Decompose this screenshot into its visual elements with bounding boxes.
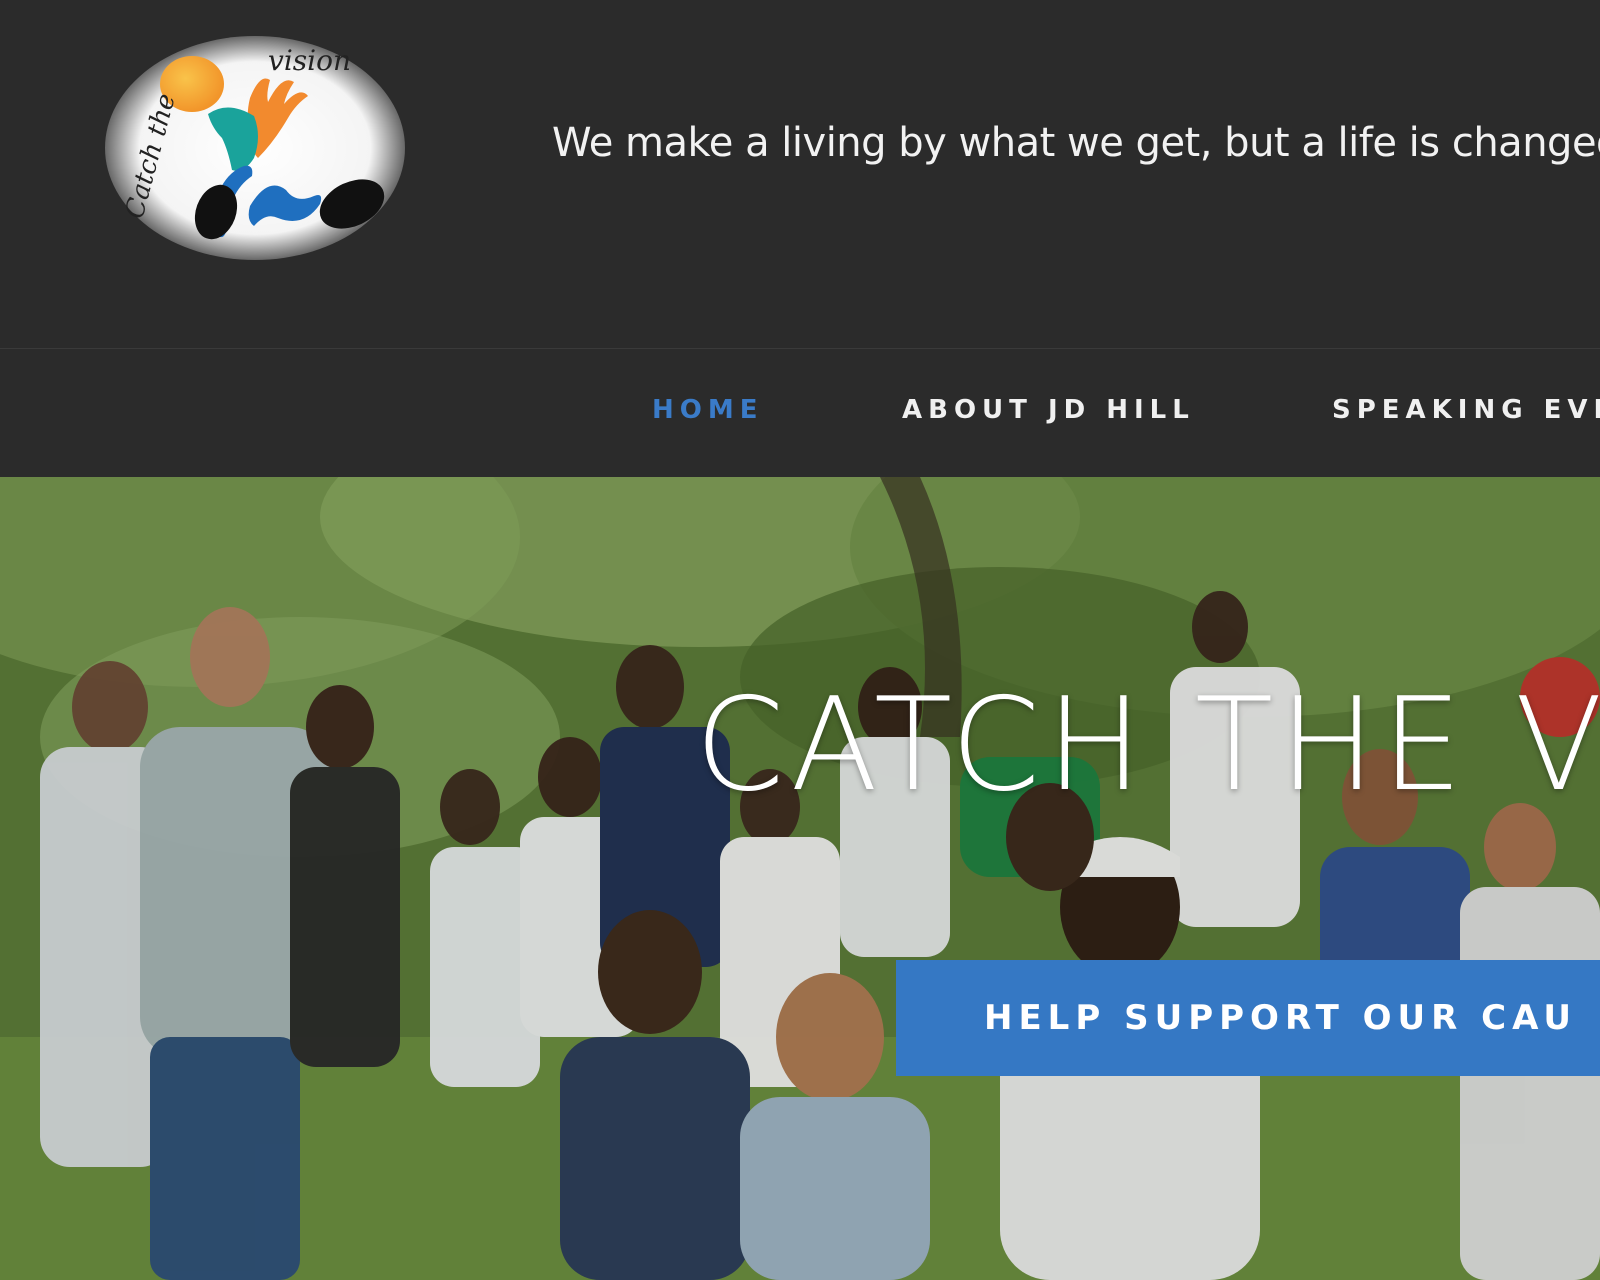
help-support-button[interactable]: HELP SUPPORT OUR CAU bbox=[896, 960, 1600, 1076]
header-tagline: We make a living by what we get, but a l… bbox=[552, 120, 1600, 166]
page: vision Catch the We make a living by wha… bbox=[0, 0, 1600, 1280]
nav-item-home[interactable]: HOME bbox=[652, 395, 764, 425]
main-navigation: HOME ABOUT JD HILL SPEAKING EVE bbox=[0, 349, 1600, 477]
logo-text-vision: vision bbox=[268, 44, 351, 77]
site-header: vision Catch the We make a living by wha… bbox=[0, 0, 1600, 349]
hero-title: CATCH THE V bbox=[695, 671, 1600, 820]
nav-item-about-jd-hill[interactable]: ABOUT JD HILL bbox=[902, 395, 1195, 425]
catch-the-vision-logo[interactable]: vision Catch the bbox=[100, 28, 410, 266]
hero-group-photo bbox=[0, 477, 1600, 1280]
nav-item-speaking-events[interactable]: SPEAKING EVE bbox=[1332, 395, 1600, 425]
hero-section: CATCH THE V HELP SUPPORT OUR CAU bbox=[0, 477, 1600, 1280]
